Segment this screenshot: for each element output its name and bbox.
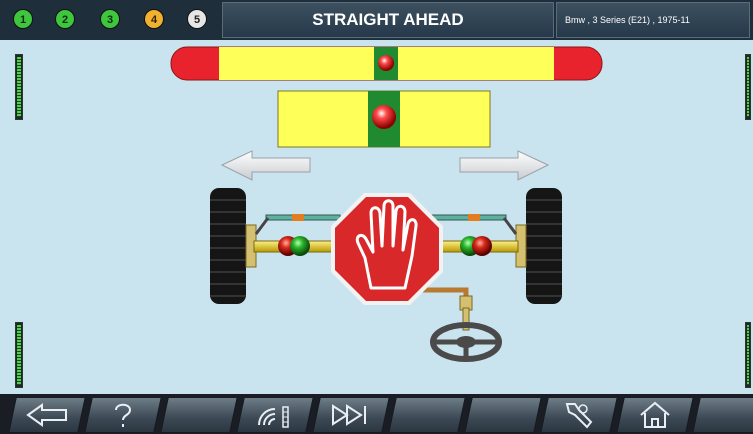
- step-4-indicator[interactable]: 4: [144, 9, 164, 29]
- steering-gauge-bar: [170, 46, 603, 81]
- bottom-toolbar: [0, 394, 753, 434]
- home-icon: [640, 401, 670, 428]
- tools-button[interactable]: [540, 397, 618, 433]
- next-button[interactable]: [312, 397, 390, 433]
- help-button[interactable]: [84, 397, 162, 433]
- left-wheel-green-indicator: [290, 236, 310, 256]
- alignment-graphic: [170, 46, 603, 362]
- toe-gauge-box: [277, 90, 491, 148]
- blank-button-1[interactable]: [160, 397, 238, 433]
- steering-gauge-marker: [378, 55, 394, 71]
- turn-left-arrow-icon: [220, 150, 311, 181]
- back-button[interactable]: [8, 397, 86, 433]
- wrench-icon: [565, 403, 593, 429]
- home-button[interactable]: [616, 397, 694, 433]
- turn-right-arrow-icon: [459, 150, 550, 181]
- vehicle-info: Bmw , 3 Series (E21) , 1975-11: [556, 2, 750, 38]
- top-bar: 1 2 3 4 5 STRAIGHT AHEAD Bmw , 3 Series …: [0, 0, 753, 40]
- back-arrow-icon: [26, 403, 67, 427]
- step-1-indicator[interactable]: 1: [13, 9, 33, 29]
- blank-button-2[interactable]: [388, 397, 466, 433]
- step-2-indicator[interactable]: 2: [55, 9, 75, 29]
- toe-gauge-marker: [372, 105, 396, 129]
- step-3-indicator[interactable]: 3: [100, 9, 120, 29]
- blank-button-4[interactable]: [692, 397, 753, 433]
- question-icon: [115, 403, 132, 427]
- page-title: STRAIGHT AHEAD: [222, 2, 554, 38]
- fast-forward-icon: [332, 404, 366, 426]
- right-wheel-red-indicator: [472, 236, 492, 256]
- blank-button-3[interactable]: [464, 397, 542, 433]
- step-5-indicator[interactable]: 5: [187, 9, 207, 29]
- wireless-sensor-icon: [258, 406, 289, 428]
- alignment-workspace: [0, 40, 753, 394]
- stop-hand-icon: [331, 193, 443, 305]
- sensor-button[interactable]: [236, 397, 314, 433]
